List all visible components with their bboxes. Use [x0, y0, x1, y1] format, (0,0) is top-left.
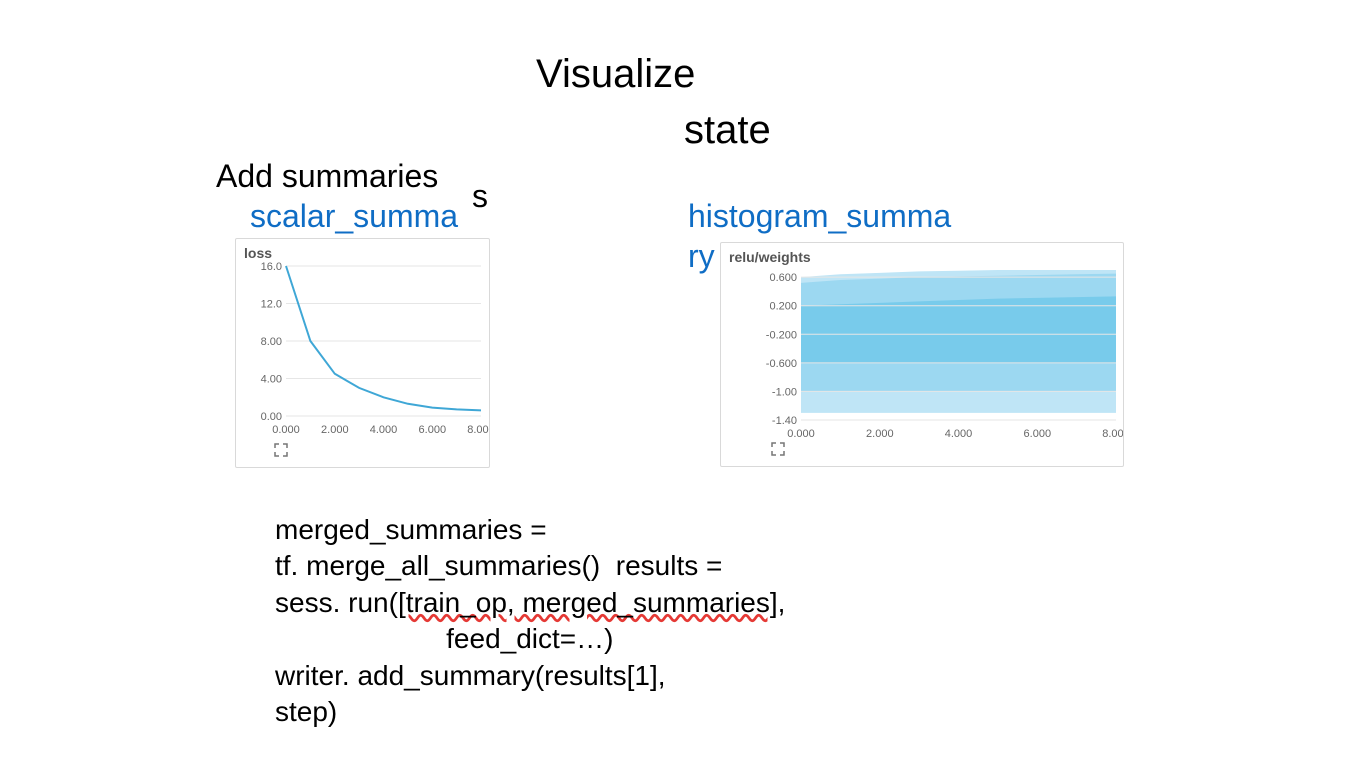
- y-tick: 4.00: [261, 374, 282, 386]
- y-tick: -1.00: [772, 386, 797, 398]
- x-tick: 8.000: [1102, 428, 1123, 440]
- slide: Visualize state Add summaries s scalar_s…: [0, 0, 1365, 768]
- label-histogram-summary-1: histogram_summa: [688, 198, 951, 235]
- chart-title-histogram: relu/weights: [729, 249, 811, 265]
- label-histogram-summary-2: ry: [688, 238, 715, 275]
- page-title-line2: state: [684, 108, 771, 153]
- histogram-chart: 0.600 0.200 -0.200 -0.600 -1.00 -1.40 0.…: [721, 265, 1123, 445]
- y-tick: -1.40: [772, 415, 797, 427]
- subtitle-s: s: [472, 178, 488, 215]
- y-tick: 0.00: [261, 411, 282, 423]
- x-tick: 0.000: [272, 424, 300, 436]
- y-tick: -0.600: [766, 358, 797, 370]
- x-tick: 6.000: [1024, 428, 1052, 440]
- expand-icon[interactable]: [771, 442, 785, 456]
- loss-chart: 16.0 12.0 8.00 4.00 0.00 0.000 2.000 4.0…: [236, 261, 489, 441]
- code-line: sess. run([train_op, merged_summaries],: [275, 587, 785, 618]
- subtitle-add: Add summaries: [216, 158, 438, 195]
- x-tick: 4.000: [370, 424, 398, 436]
- expand-icon[interactable]: [274, 443, 288, 457]
- x-tick: 8.000: [467, 424, 489, 436]
- x-tick: 2.000: [866, 428, 894, 440]
- x-tick: 0.000: [787, 428, 815, 440]
- label-scalar-summary: scalar_summa: [250, 198, 458, 235]
- chart-title-loss: loss: [244, 245, 272, 261]
- x-tick: 2.000: [321, 424, 349, 436]
- y-tick: 12.0: [261, 299, 282, 311]
- code-snippet: merged_summaries = tf. merge_all_summari…: [275, 512, 785, 730]
- y-tick: 8.00: [261, 336, 282, 348]
- page-title-line1: Visualize: [536, 52, 695, 97]
- y-tick: 0.200: [769, 301, 797, 313]
- chart-card-histogram: relu/weights 0.600 0: [720, 242, 1124, 467]
- code-line: writer. add_summary(results[1],: [275, 660, 666, 691]
- y-tick: 0.600: [769, 272, 797, 284]
- y-tick: 16.0: [261, 261, 282, 273]
- x-tick: 6.000: [419, 424, 447, 436]
- x-tick: 4.000: [945, 428, 973, 440]
- y-tick: -0.200: [766, 329, 797, 341]
- loss-line: [286, 266, 481, 410]
- code-line: merged_summaries =: [275, 514, 547, 545]
- code-line: step): [275, 696, 337, 727]
- code-line: tf. merge_all_summaries() results =: [275, 550, 722, 581]
- code-line: feed_dict=…): [275, 623, 613, 654]
- chart-card-loss: loss 16.0 12.0 8.00 4.00 0.00: [235, 238, 490, 468]
